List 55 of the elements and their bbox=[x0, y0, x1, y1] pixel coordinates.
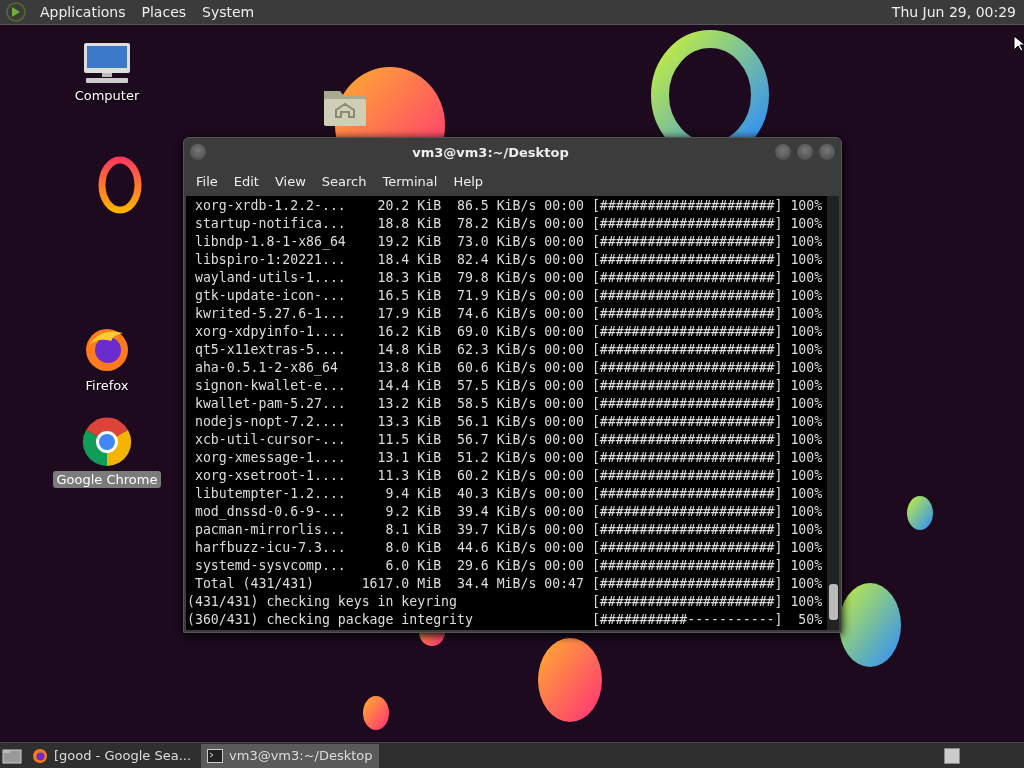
maximize-button[interactable] bbox=[797, 144, 813, 160]
terminal-line: Total (431/431) 1617.0 MiB 34.4 MiB/s 00:47 [######################] 100% bbox=[193, 575, 823, 593]
terminal-line: startup-notifica... 18.8 KiB 78.2 KiB/s 00:00 [######################] 100% bbox=[193, 215, 823, 233]
desktop-icon-label[interactable]: Computer bbox=[70, 87, 144, 104]
taskbar-button[interactable]: [good - Google Sea... bbox=[26, 743, 198, 768]
close-button[interactable] bbox=[819, 144, 835, 160]
terminal-icon bbox=[207, 748, 224, 763]
terminal-line: (431/431) checking keys in keyring [######################] 100% bbox=[187, 593, 823, 611]
terminal-line: libndp-1.8-1-x86_64 19.2 KiB 73.0 KiB/s 00:00 [######################] 100% bbox=[193, 233, 823, 251]
terminal-line: systemd-sysvcomp... 6.0 KiB 29.6 KiB/s 00:00 [######################] 100% bbox=[193, 557, 823, 575]
terminal-line: kwrited-5.27.6-1... 17.9 KiB 74.6 KiB/s 00:00 [######################] 100% bbox=[193, 305, 823, 323]
terminal-line: pacman-mirrorlis... 8.1 KiB 39.7 KiB/s 00:00 [######################] 100% bbox=[193, 521, 823, 539]
terminal-line: mod_dnssd-0.6-9-... 9.2 KiB 39.4 KiB/s 00:00 [######################] 100% bbox=[193, 503, 823, 521]
menu-item[interactable]: Terminal bbox=[374, 173, 446, 189]
computer-icon bbox=[82, 43, 132, 83]
terminal-line: nodejs-nopt-7.2.... 13.3 KiB 56.1 KiB/s 00:00 [######################] 100% bbox=[193, 413, 823, 431]
mouse-cursor-icon bbox=[1013, 35, 1024, 52]
terminal-line: xorg-xsetroot-1.... 11.3 KiB 60.2 KiB/s 00:00 [######################] 100% bbox=[193, 467, 823, 485]
flame-globe-icon bbox=[32, 747, 48, 764]
terminal-line: wayland-utils-1.... 18.3 KiB 79.8 KiB/s 00:00 [######################] 100% bbox=[193, 269, 823, 287]
ring-icon bbox=[97, 155, 143, 215]
show-desktop-icon[interactable] bbox=[2, 746, 22, 765]
desktop-icon-label[interactable]: Firefox bbox=[81, 377, 133, 394]
terminal-line: (360/431) checking package integrity [###########-----------] 50% bbox=[187, 611, 823, 629]
menu-item[interactable]: Help bbox=[445, 173, 492, 189]
workspace-switcher[interactable] bbox=[944, 747, 960, 764]
clock[interactable]: Thu Jun 29, 00:29 bbox=[883, 4, 1024, 20]
panel-menu[interactable]: Applications bbox=[32, 4, 134, 20]
terminal-line: qt5-x11extras-5.... 14.8 KiB 62.3 KiB/s 00:00 [######################] 100% bbox=[193, 341, 823, 359]
terminal-line: harfbuzz-icu-7.3... 8.0 KiB 44.6 KiB/s 00:00 [######################] 100% bbox=[193, 539, 823, 557]
terminal-line: kwallet-pam-5.27... 13.2 KiB 58.5 KiB/s 00:00 [######################] 100% bbox=[193, 395, 823, 413]
terminal-line: xcb-util-cursor-... 11.5 KiB 56.7 KiB/s 00:00 [######################] 100% bbox=[193, 431, 823, 449]
minimize-button[interactable] bbox=[775, 144, 791, 160]
menu-item[interactable]: Search bbox=[313, 173, 375, 189]
terminal-line: aha-0.5.1-2-x86_64 13.8 KiB 60.6 KiB/s 00:00 [######################] 100% bbox=[193, 359, 823, 377]
scrollbar-thumb[interactable] bbox=[829, 584, 838, 620]
window-title: vm3@vm3:~/Desktop bbox=[411, 144, 570, 160]
menu-item[interactable]: View bbox=[266, 173, 314, 189]
terminal-line: libutempter-1.2.... 9.4 KiB 40.3 KiB/s 00:00 [######################] 100% bbox=[193, 485, 823, 503]
play-logo-icon bbox=[6, 2, 26, 22]
tricolor-circle-icon bbox=[82, 417, 132, 467]
panel-menu[interactable]: System bbox=[194, 4, 263, 20]
taskbar-button[interactable]: vm3@vm3:~/Desktop bbox=[201, 743, 379, 768]
terminal-line: libspiro-1:20221... 18.4 KiB 82.4 KiB/s 00:00 [######################] 100% bbox=[193, 251, 823, 269]
terminal-line: xorg-xmessage-1.... 13.1 KiB 51.2 KiB/s 00:00 [######################] 100% bbox=[193, 449, 823, 467]
desktop-icon-label[interactable]: Google Chrome bbox=[52, 471, 162, 488]
terminal-line: gtk-update-icon-... 16.5 KiB 71.9 KiB/s 00:00 [######################] 100% bbox=[193, 287, 823, 305]
panel-menu[interactable]: Places bbox=[133, 4, 195, 20]
scrollbar[interactable] bbox=[827, 196, 839, 630]
terminal-line: signon-kwallet-e... 14.4 KiB 57.5 KiB/s 00:00 [######################] 100% bbox=[193, 377, 823, 395]
menu-item[interactable]: Edit bbox=[225, 173, 267, 189]
terminal-line: xorg-xrdb-1.2.2-... 20.2 KiB 86.5 KiB/s 00:00 [######################] 100% bbox=[193, 197, 823, 215]
window-menu-button[interactable] bbox=[190, 144, 206, 160]
terminal-line: xorg-xdpyinfo-1.... 16.2 KiB 69.0 KiB/s 00:00 [######################] 100% bbox=[193, 323, 823, 341]
menu-item[interactable]: File bbox=[188, 173, 226, 189]
